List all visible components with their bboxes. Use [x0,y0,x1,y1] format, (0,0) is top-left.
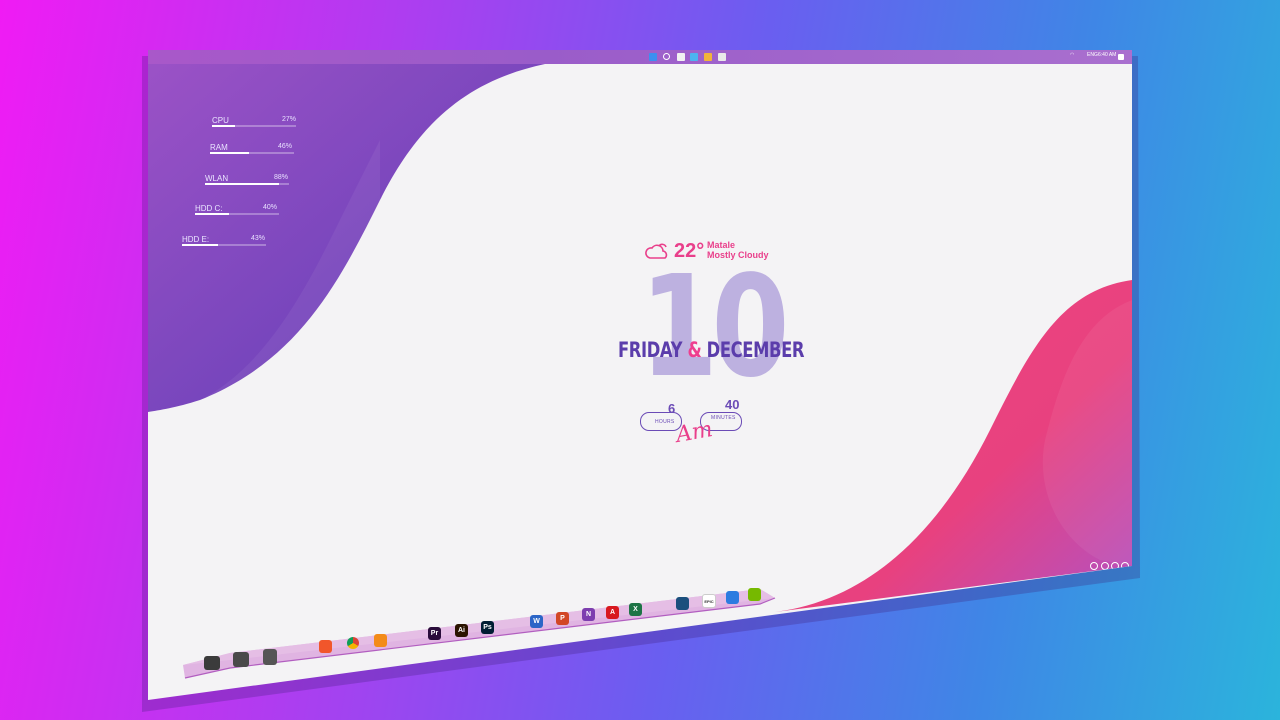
chrome-icon[interactable] [347,636,359,649]
nvidia-icon[interactable] [748,588,761,602]
recycle-bin-icon[interactable] [263,649,277,665]
control-panel-icon[interactable] [233,652,249,667]
photoshop-icon[interactable]: Ps [481,620,494,634]
onenote-icon[interactable]: N [582,608,595,622]
this-pc-icon[interactable] [204,656,220,670]
steam-icon[interactable] [676,597,689,611]
brave-icon[interactable] [319,640,332,654]
uplay-icon[interactable] [726,590,739,604]
vlc-icon[interactable] [374,633,387,647]
acrobat-icon[interactable]: A [606,605,619,619]
premiere-icon[interactable]: Pr [428,627,441,641]
powerpoint-icon[interactable]: P [556,611,569,625]
desktop-screen: ◠ ENG 6:40 AM CPU 27% RAM 46% WLAN 88% HDD C: 4… [148,50,1132,700]
word-icon[interactable]: W [530,614,543,628]
info-icon[interactable] [1101,562,1109,570]
excel-icon[interactable]: X [629,602,642,616]
power-icon[interactable] [1090,562,1098,570]
epic-games-icon[interactable]: EPIC [702,593,716,608]
illustrator-icon[interactable]: Ai [455,623,468,637]
